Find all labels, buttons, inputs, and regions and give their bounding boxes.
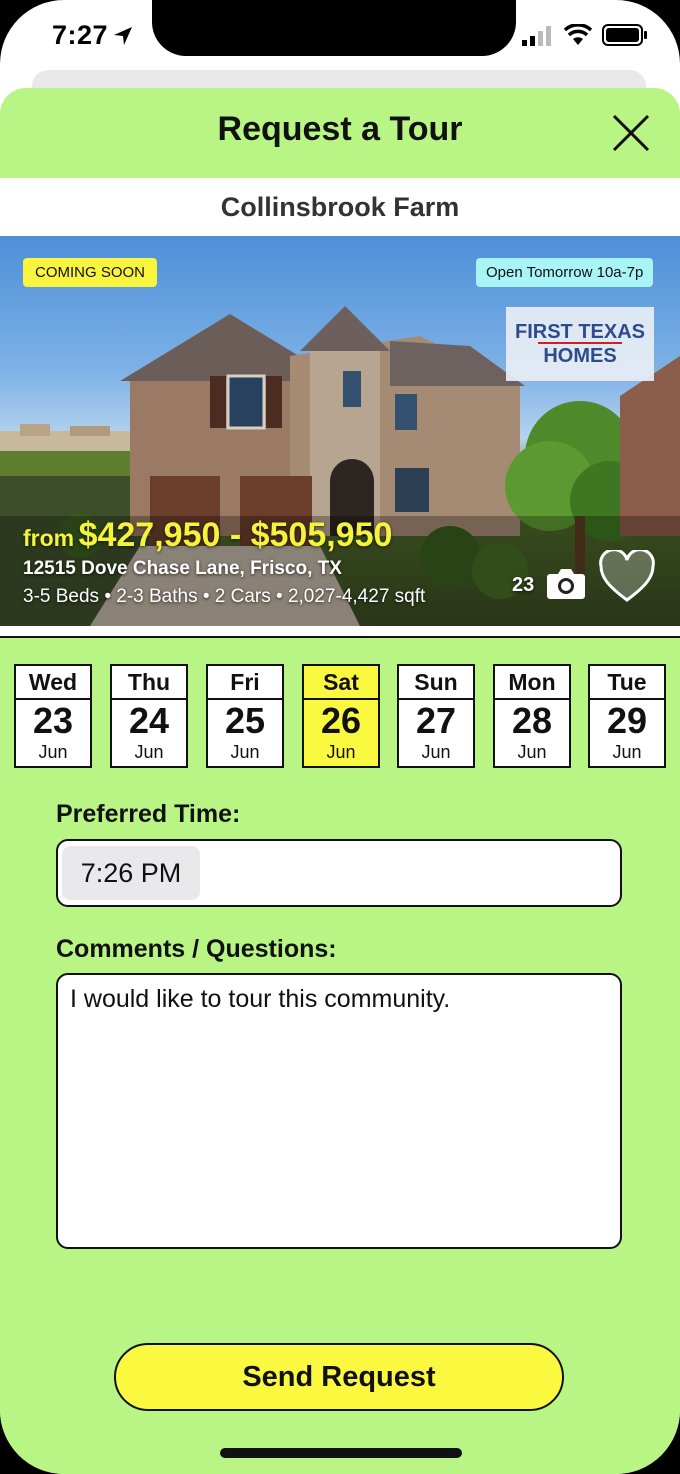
builder-logo-rule [538,342,622,344]
battery-icon [602,24,647,46]
builder-logo: FIRST TEXAS HOMES [506,307,654,381]
wifi-icon [563,24,593,45]
status-time: 7:27 [52,20,109,50]
date-day: 26 [320,700,362,741]
heart-icon[interactable] [598,550,656,604]
date-weekday: Sun [399,666,473,700]
date-picker: Wed 23 Jun Thu 24 Jun Fri 25 Jun Sat 26 … [14,664,670,774]
home-indicator[interactable] [220,1448,462,1458]
date-weekday: Thu [112,666,186,700]
date-card-wed-23[interactable]: Wed 23 Jun [14,664,92,768]
date-day: 28 [511,700,553,741]
open-house-badge: Open Tomorrow 10a-7p [476,258,654,287]
date-month: Jun [230,742,260,762]
price-range: $427,950 - $505,950 [78,516,393,554]
listing-address: 12515 Dove Chase Lane, Frisco, TX [23,558,342,579]
close-icon[interactable] [608,110,654,156]
builder-logo-line1: FIRST TEXAS [514,321,645,343]
price-prefix: from [23,525,75,551]
date-day: 23 [32,700,74,741]
preferred-time-field[interactable]: 7:26 PM [56,839,622,907]
date-month: Jun [612,742,642,762]
camera-icon[interactable] [546,566,586,600]
community-name: Collinsbrook Farm [0,178,680,236]
request-tour-sheet: Request a Tour Collinsbrook Farm COMING … [0,88,680,1474]
date-weekday: Wed [16,666,90,700]
section-divider [0,626,680,638]
date-month: Jun [134,742,164,762]
price-row: from $427,950 - $505,950 [23,516,392,555]
preferred-time-label: Preferred Time: [56,800,241,828]
date-card-sun-27[interactable]: Sun 27 Jun [397,664,475,768]
comments-textarea[interactable]: I would like to tour this community. [56,973,622,1249]
date-month: Jun [517,742,547,762]
listing-photo[interactable]: COMING SOON Open Tomorrow 10a-7p FIRST T… [0,236,680,626]
date-weekday: Fri [208,666,282,700]
coming-soon-badge: COMING SOON [23,258,158,287]
date-month: Jun [38,742,68,762]
location-arrow-icon [114,27,132,45]
date-card-thu-24[interactable]: Thu 24 Jun [110,664,188,768]
builder-logo-line2: HOMES [543,345,617,367]
listing-specs: 3-5 Beds • 2-3 Baths • 2 Cars • 2,027-4,… [23,586,426,607]
date-day: 25 [224,700,266,741]
date-card-tue-29[interactable]: Tue 29 Jun [588,664,666,768]
date-day: 27 [415,700,457,741]
time-value[interactable]: 7:26 PM [62,846,200,900]
camera-notch [152,0,516,56]
date-weekday: Mon [495,666,569,700]
comments-label: Comments / Questions: [56,935,337,963]
date-weekday: Tue [590,666,664,700]
send-request-button[interactable]: Send Request [114,1343,564,1411]
date-card-sat-26[interactable]: Sat 26 Jun [302,664,380,768]
photo-count: 23 [512,574,535,596]
phone-screen: 7:27 Request a Tour Collinsbrook Farm CO… [0,0,680,1474]
date-card-fri-25[interactable]: Fri 25 Jun [206,664,284,768]
date-weekday: Sat [304,666,378,700]
date-month: Jun [326,742,356,762]
date-month: Jun [421,742,451,762]
date-day: 29 [606,700,648,741]
date-day: 24 [128,700,170,741]
cellular-signal-icon [522,26,551,46]
date-card-mon-28[interactable]: Mon 28 Jun [493,664,571,768]
sheet-title: Request a Tour [217,110,463,148]
